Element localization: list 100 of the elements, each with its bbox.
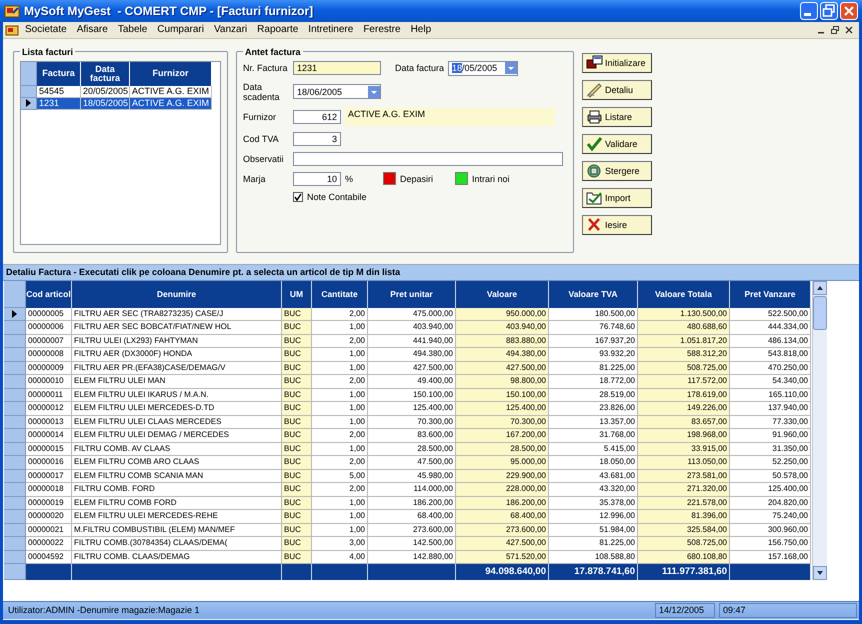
column-header[interactable]: Cantitate — [312, 280, 368, 308]
maximize-icon[interactable] — [820, 2, 838, 20]
table-cell: 70.300,00 — [456, 416, 549, 430]
dropdown-icon[interactable] — [505, 62, 518, 74]
table-cell: 167.200,00 — [456, 429, 549, 443]
table-cell: 00000006 — [26, 321, 72, 335]
table-cell: ELEM FILTRU ULEI MERCEDES-REHE — [72, 510, 282, 524]
menu-item[interactable]: Help — [406, 24, 436, 36]
menu-item[interactable]: Ferestre — [359, 24, 405, 36]
table-cell: 1,00 — [312, 388, 368, 402]
checkbox-label[interactable]: Note Contabile — [307, 192, 367, 202]
menu-item[interactable]: Afisare — [72, 24, 112, 36]
table-cell: 00000010 — [26, 375, 72, 389]
field-label: Data scadenta — [243, 82, 281, 102]
scrollbar[interactable] — [812, 280, 827, 580]
action-button[interactable]: Detaliu — [582, 80, 652, 100]
table-cell: BUC — [282, 429, 312, 443]
scroll-thumb[interactable] — [813, 296, 827, 330]
menu-item[interactable]: Rapoarte — [253, 24, 302, 36]
minimize-icon[interactable] — [800, 2, 818, 20]
action-button[interactable]: Validare — [582, 134, 652, 154]
pencil-icon — [586, 81, 603, 98]
input-field[interactable] — [293, 152, 563, 166]
table-cell: FILTRU COMB. FORD — [72, 483, 282, 497]
action-button[interactable]: Import — [582, 188, 652, 208]
table-cell: 00000014 — [26, 429, 72, 443]
column-header[interactable]: Pret Vanzare — [730, 280, 811, 308]
table-cell: BUC — [282, 470, 312, 484]
action-button[interactable]: Iesire — [582, 214, 652, 235]
row-indicator[interactable] — [4, 308, 26, 322]
column-header[interactable]: Valoare TVA — [549, 280, 638, 308]
table-cell: 300.960,00 — [730, 524, 811, 538]
table-cell: 00000017 — [26, 470, 72, 484]
field-label: Data factura — [395, 63, 444, 74]
table-cell: BUC — [282, 348, 312, 362]
scroll-down-icon[interactable] — [813, 566, 827, 580]
action-button[interactable]: Initializare — [582, 52, 652, 73]
input-field[interactable]: 612 — [293, 110, 341, 124]
table-cell[interactable]: 1231 — [37, 98, 81, 110]
table-cell: 95.000,00 — [456, 456, 549, 470]
supplier-name: ACTIVE A.G. EXIM — [345, 108, 555, 126]
close-icon[interactable] — [845, 26, 853, 34]
table-cell: 883.880,00 — [456, 334, 549, 348]
date-field[interactable]: 18/05/2005 — [448, 60, 518, 76]
action-button[interactable]: Stergere — [582, 160, 652, 181]
table-cell: BUC — [282, 496, 312, 510]
table-cell: 2,00 — [312, 334, 368, 348]
row-header — [4, 564, 26, 580]
table-cell: 00000020 — [26, 510, 72, 524]
dropdown-field[interactable]: 18/06/2005 — [293, 84, 381, 100]
input-field[interactable]: 3 — [293, 132, 341, 146]
table-cell: 91.960,00 — [730, 429, 811, 443]
input-field[interactable]: 10 — [293, 172, 341, 186]
action-button[interactable]: Listare — [582, 106, 652, 127]
table-cell: 54.340,00 — [730, 375, 811, 389]
column-header[interactable]: Cod articol — [26, 280, 72, 308]
column-header[interactable]: Valoare — [456, 280, 549, 308]
table-cell: 571.520,00 — [456, 550, 549, 564]
menu-item[interactable]: Societate — [21, 24, 71, 36]
restore-icon[interactable] — [831, 26, 839, 34]
input-field[interactable]: 1231 — [293, 61, 381, 76]
table-cell: BUC — [282, 442, 312, 456]
row-indicator[interactable] — [21, 98, 37, 110]
table-cell: 00000007 — [26, 334, 72, 348]
scroll-up-icon[interactable] — [813, 280, 827, 295]
table-cell: 150.100,00 — [456, 388, 549, 402]
table-cell: BUC — [282, 402, 312, 416]
status-date: 14/12/2005 — [655, 603, 715, 618]
table-cell: 00000016 — [26, 456, 72, 470]
dropdown-icon[interactable] — [368, 86, 380, 98]
table-cell[interactable]: ACTIVE A.G. EXIM — [130, 98, 212, 110]
footer-cell — [312, 564, 368, 580]
table-cell: 00000015 — [26, 442, 72, 456]
table-cell: BUC — [282, 550, 312, 564]
column-header[interactable]: Pret unitar — [368, 280, 456, 308]
menu-item[interactable]: Intretinere — [304, 24, 358, 36]
column-header[interactable]: Denumire — [72, 280, 282, 308]
table-cell: ELEM FILTRU COMB FORD — [72, 496, 282, 510]
table-cell: BUC — [282, 416, 312, 430]
table-cell: 480.688,60 — [638, 321, 730, 335]
column-header: Furnizor — [130, 62, 212, 86]
table-cell: 00000018 — [26, 483, 72, 497]
column-header[interactable]: UM — [282, 280, 312, 308]
footer-cell — [282, 564, 312, 580]
checkbox[interactable] — [293, 192, 303, 202]
table-cell: 156.750,00 — [730, 537, 811, 551]
column-header[interactable]: Valoare Totala — [638, 280, 730, 308]
menu-item[interactable]: Vanzari — [210, 24, 252, 36]
table-cell: 486.134,00 — [730, 334, 811, 348]
table-cell: 1,00 — [312, 524, 368, 538]
table-cell: 77.330,00 — [730, 416, 811, 430]
legend-label: Depasiri — [400, 174, 434, 184]
field-label: Observatii — [243, 154, 285, 164]
table-cell[interactable]: 18/05/2005 — [81, 98, 130, 110]
table-cell: 00000005 — [26, 308, 72, 322]
table-cell: 75.240,00 — [730, 510, 811, 524]
table-cell: 2,00 — [312, 308, 368, 322]
menu-item[interactable]: Cumparari — [153, 24, 208, 36]
field-label: Furnizor — [243, 112, 278, 122]
menu-item[interactable]: Tabele — [114, 24, 152, 36]
